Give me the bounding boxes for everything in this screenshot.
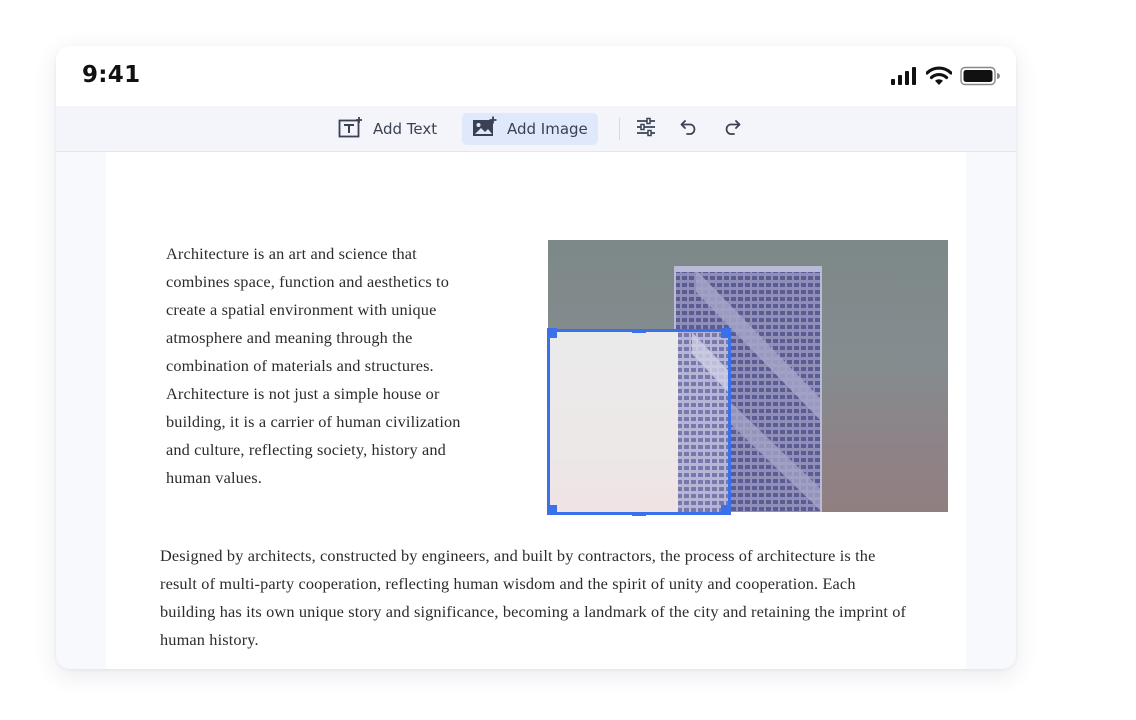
crop-preview-building <box>678 332 728 512</box>
paragraph-1[interactable]: Architecture is an art and science that … <box>166 240 482 492</box>
undo-icon <box>680 119 698 140</box>
crop-handle-bottom[interactable] <box>632 512 646 516</box>
editor-toolbar: Add Text Add Image <box>56 106 1016 152</box>
status-bar: 9:41 <box>56 46 1016 106</box>
redo-icon <box>723 119 741 140</box>
status-icons <box>890 66 1000 91</box>
add-image-label: Add Image <box>507 120 588 138</box>
add-text-label: Add Text <box>373 120 438 138</box>
app-window: 9:41 Add Text Add Image Architecture is … <box>56 46 1016 669</box>
add-text-icon <box>338 116 364 142</box>
battery-icon <box>960 66 1000 91</box>
document-page[interactable]: Architecture is an art and science that … <box>106 152 966 669</box>
crop-handle-top[interactable] <box>632 329 646 333</box>
add-image-icon <box>472 116 498 142</box>
redo-button[interactable] <box>721 118 743 140</box>
crop-handle-top-right[interactable] <box>721 328 731 338</box>
signal-icon <box>890 67 918 90</box>
crop-handle-bottom-right[interactable] <box>721 505 731 515</box>
adjust-button[interactable] <box>635 117 657 142</box>
image-crop-selection[interactable] <box>547 329 731 515</box>
undo-button[interactable] <box>678 118 700 140</box>
paragraph-2[interactable]: Designed by architects, constructed by e… <box>160 542 910 654</box>
wifi-icon <box>925 66 953 91</box>
crop-handle-top-left[interactable] <box>547 328 557 338</box>
add-text-button[interactable]: Add Text <box>328 113 447 145</box>
status-time: 9:41 <box>82 62 141 88</box>
add-image-button[interactable]: Add Image <box>462 113 598 145</box>
adjust-icon <box>636 117 656 142</box>
toolbar-divider <box>619 118 620 140</box>
crop-handle-bottom-left[interactable] <box>547 505 557 515</box>
